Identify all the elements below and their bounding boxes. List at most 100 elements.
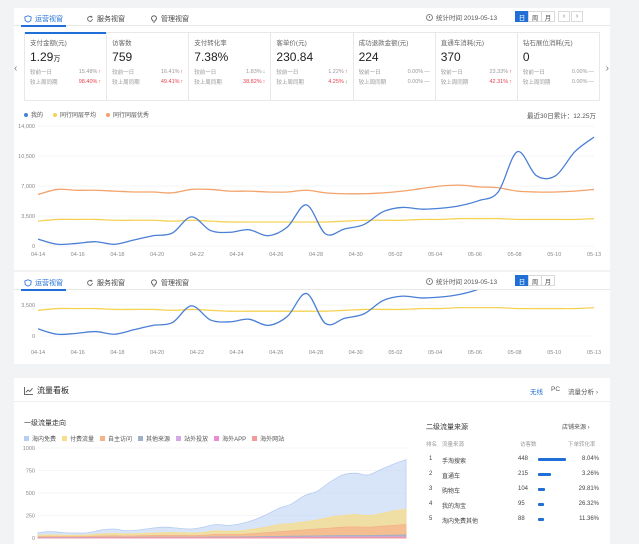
rank-visitors: 448 — [518, 456, 529, 462]
trend-arrow-icon: ↓ — [344, 79, 348, 85]
y-tick-label: 0 — [32, 334, 35, 340]
x-tick-label: 05-10 — [547, 252, 561, 258]
y-tick-label: 3,500 — [21, 303, 35, 309]
period-month-button[interactable]: 月 — [541, 275, 555, 286]
trend-arrow-icon: ↑ — [509, 69, 512, 75]
legend-square-icon — [214, 436, 220, 441]
next-date-button[interactable]: › — [571, 11, 583, 22]
x-tick-label: 05-02 — [388, 350, 402, 356]
tab-bar: 运营视窗 服务视窗 管理视窗 统计时间 2019-05-13 日 周 月 — [14, 272, 610, 291]
legend-dot-icon — [53, 112, 58, 117]
shield-icon — [24, 278, 32, 287]
tab-label: 运营视窗 — [35, 279, 63, 287]
x-tick-label: 04-28 — [309, 350, 323, 356]
trend-arrow-icon: ↓ — [262, 69, 266, 75]
rank-visitors: 88 — [518, 516, 525, 522]
metric-card[interactable]: 钻石展位消耗(元) 0 较前一日 0.00% — 较上周同期 0.00% — — [518, 33, 599, 100]
trend-arrow-icon: — — [424, 69, 430, 75]
metric-card[interactable]: 成功退款金额(元) 224 较前一日 0.00% — 较上周同期 0.00% — — [354, 33, 436, 100]
trend-arrow-icon: ↑ — [509, 79, 512, 85]
tab-operations[interactable]: 运营视窗 — [21, 275, 66, 291]
flow-analysis-link[interactable]: 流量分析 › — [568, 386, 598, 396]
x-tick-label: 04-18 — [110, 252, 124, 258]
wireless-toggle[interactable]: 无线 — [530, 386, 543, 396]
cards-prev-arrow[interactable]: ‹ — [14, 63, 17, 74]
flow-title-text: 流量看板 — [37, 386, 69, 395]
series-line-0 — [37, 290, 479, 336]
cards-next-arrow[interactable]: › — [606, 63, 609, 74]
rank-number: 4 — [429, 501, 433, 507]
rank-source: 直通车 — [442, 474, 461, 480]
rank-visitors: 95 — [518, 501, 525, 507]
rank-row[interactable]: 2 直通车 215 3.26% — [426, 469, 601, 481]
x-tick-label: 04-24 — [230, 252, 244, 258]
x-tick-label: 04-16 — [71, 252, 85, 258]
tab-service[interactable]: 服务视窗 — [86, 275, 125, 290]
rank-row[interactable]: 1 手淘搜索 448 8.04% — [426, 454, 601, 466]
trend-arrow-icon: ↑ — [98, 69, 102, 75]
metric-label: 支付转化率 — [194, 40, 227, 47]
pc-toggle[interactable]: PC — [551, 386, 560, 396]
compare-prev-day: 较前一日 23.33% ↑ — [440, 69, 512, 76]
tab-operations[interactable]: 运营视窗 — [21, 11, 66, 27]
rank-source: 淘内免费其他 — [442, 519, 479, 525]
tab-service[interactable]: 服务视窗 — [86, 11, 125, 26]
prev-date-button[interactable]: ‹ — [558, 11, 570, 22]
metric-card[interactable]: 直通车消耗(元) 370 较前一日 23.33% ↑ 较上周同期 42.31% ↑ — [436, 33, 518, 100]
period-week-button[interactable]: 周 — [528, 275, 542, 286]
period-day-button[interactable]: 日 — [515, 275, 529, 286]
rank-change: 8.04% — [581, 456, 599, 462]
rank-source: 购物车 — [442, 489, 461, 495]
rank-row[interactable]: 3 购物车 104 29.81% — [426, 484, 601, 496]
compare-last-week: 较上周同期 98.40% ↑ — [30, 79, 102, 86]
metric-label: 直通车消耗(元) — [440, 40, 485, 47]
y-tick-label: 3,500 — [21, 214, 35, 220]
shop-source-link[interactable]: 店铺来源 › — [562, 422, 590, 431]
y-tick-label: 1000 — [23, 446, 35, 452]
operations-panel: 运营视窗 服务视窗 管理视窗 统计时间 2019-05-13 日 周 月 ‹ ›… — [14, 8, 610, 270]
metric-card[interactable]: 支付金额(元) 1.29万 较前一日 15.48% ↑ 较上周同期 98.40% ↑ — [25, 32, 108, 100]
line-chart-icon — [24, 386, 33, 395]
compare-prev-day: 较前一日 16.41% ↑ — [112, 69, 184, 76]
x-tick-label: 04-20 — [150, 252, 164, 258]
refresh-icon — [87, 279, 93, 286]
y-tick-label: 0 — [32, 244, 35, 250]
bulb-icon — [151, 278, 157, 287]
period-month-button[interactable]: 月 — [541, 11, 555, 22]
y-tick-label: 0 — [32, 536, 35, 542]
compare-last-week: 较上周同期 4.25% ↓ — [276, 79, 348, 86]
compare-last-week: 较上周同期 0.00% — — [522, 79, 594, 86]
rank-bar — [538, 518, 544, 521]
legend-dot-icon — [106, 112, 111, 117]
metric-value: 0 — [522, 50, 530, 64]
y-tick-label: 14,000 — [18, 124, 35, 130]
clock-icon — [426, 277, 433, 285]
x-tick-label: 05-10 — [547, 350, 561, 356]
series-line-2 — [37, 184, 595, 196]
trend-arrow-icon: ↑ — [180, 69, 184, 75]
x-tick-label: 05-08 — [508, 350, 522, 356]
x-tick-label: 05-04 — [428, 350, 442, 356]
metric-value: 759 — [112, 50, 133, 64]
tab-management[interactable]: 管理视窗 — [150, 275, 189, 290]
legend-dot-icon — [24, 112, 28, 117]
y-tick-label: 750 — [26, 469, 35, 475]
x-tick-label: 04-14 — [31, 350, 45, 356]
period-day-button[interactable]: 日 — [515, 11, 529, 22]
metric-card[interactable]: 访客数 759 较前一日 16.41% ↑ 较上周同期 49.41% ↑ — [107, 33, 190, 100]
metric-label: 支付金额(元) — [30, 40, 67, 47]
tab-management[interactable]: 管理视窗 — [150, 11, 189, 26]
rank-change: 26.32% — [578, 501, 599, 507]
period-week-button[interactable]: 周 — [528, 11, 542, 22]
rank-row[interactable]: 4 我的淘宝 95 26.32% — [426, 499, 601, 511]
rank-row[interactable]: 5 淘内免费其他 88 11.36% — [426, 514, 601, 526]
metric-card[interactable]: 客单价(元) 230.84 较前一日 1.22% ↑ 较上周同期 4.25% ↓ — [271, 33, 354, 100]
clock-icon — [426, 13, 433, 21]
trend-arrow-icon: — — [588, 79, 594, 85]
metric-value: 7.38% — [194, 50, 229, 64]
period-switch: 日 周 月 — [515, 275, 555, 286]
metric-card[interactable]: 支付转化率 7.38% 较前一日 1.83% ↓ 较上周同期 38.82% ↑ — [189, 33, 272, 100]
tab-label: 运营视窗 — [35, 15, 63, 23]
x-tick-label: 04-20 — [150, 350, 164, 356]
x-tick-label: 04-22 — [190, 350, 204, 356]
